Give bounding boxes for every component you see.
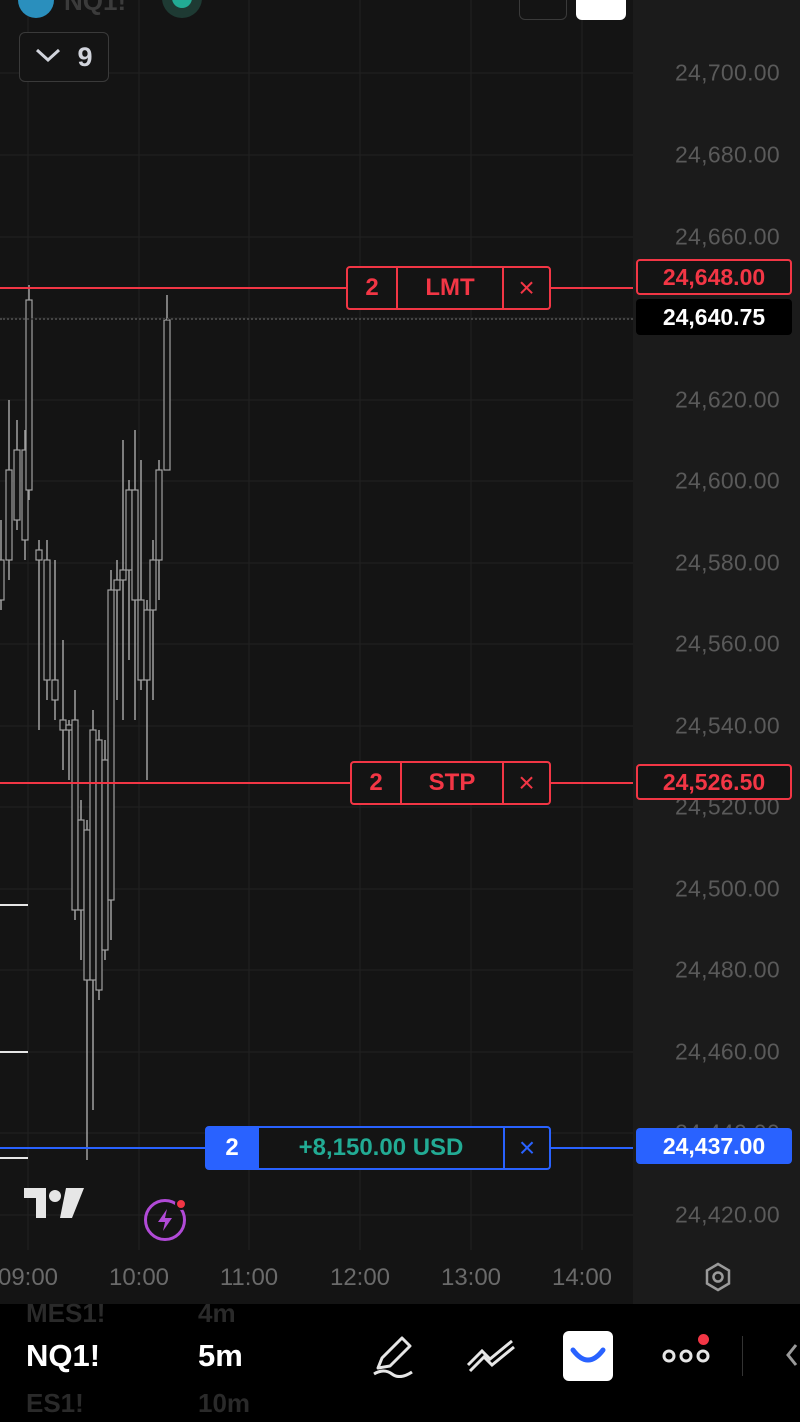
axis-settings-icon[interactable] (703, 1262, 733, 1292)
candle-body (13, 449, 21, 521)
candle-body (65, 724, 73, 731)
price-tick: 24,680.00 (674, 141, 780, 168)
candle-body (101, 759, 109, 951)
legend-toggle-button[interactable]: 9 (19, 32, 109, 82)
candle-body (131, 489, 139, 601)
cancel-order-button[interactable]: × (502, 268, 549, 308)
candle-body (137, 599, 145, 681)
time-tick: 13:00 (440, 1264, 502, 1291)
price-tick: 24,480.00 (674, 956, 780, 983)
limit-price-tag: 24,648.00 (636, 259, 792, 295)
candle-body (59, 719, 67, 731)
tradingview-logo (22, 1186, 86, 1225)
candle-body (43, 559, 51, 681)
price-axis[interactable]: 24,700.00 24,680.00 24,660.00 24,620.00 … (633, 0, 800, 1304)
candle-body (51, 679, 59, 701)
ghost-interval: 4m (198, 1298, 236, 1328)
candle-body (5, 469, 13, 561)
order-qty: 2 (369, 769, 383, 796)
candle-body (143, 609, 151, 681)
chevron-left-icon[interactable] (780, 1340, 800, 1370)
order-type: LMT (396, 268, 502, 308)
price-tick: 24,540.00 (674, 712, 780, 739)
ghost-interval: 10m (198, 1388, 251, 1418)
candle-body (71, 719, 79, 911)
position-label[interactable]: 2 +8,150.00 USD × (205, 1126, 551, 1170)
symbol-button[interactable]: NQ1! (26, 1338, 100, 1374)
pen-icon[interactable] (370, 1332, 416, 1378)
price-tick: 24,580.00 (674, 549, 780, 576)
time-tick: 09:00 (0, 1264, 59, 1291)
position-qty: 2 (207, 1128, 257, 1168)
symbol-header[interactable]: NQ1! (64, 0, 126, 17)
candle-body (95, 739, 103, 991)
time-tick: 11:00 (219, 1264, 279, 1291)
candle-body (77, 819, 85, 911)
candle-body (163, 319, 171, 471)
interval-button[interactable]: 5m (198, 1338, 243, 1374)
current-price-tag: 24,640.75 (636, 299, 792, 335)
candle-body (35, 549, 43, 561)
candle-body (149, 559, 157, 611)
toolbar-divider (742, 1336, 743, 1376)
candle-body (155, 469, 163, 561)
candle-body (107, 589, 115, 901)
chart-pane[interactable]: 9 NQ1! (0, 0, 633, 1250)
more-icon[interactable] (662, 1334, 710, 1370)
stop-order-label[interactable]: 2 STP × (350, 761, 551, 805)
current-price-line (0, 318, 636, 320)
price-tick: 24,460.00 (674, 1038, 780, 1065)
download-icon[interactable] (519, 0, 567, 20)
trend-lines-icon[interactable] (466, 1337, 516, 1373)
price-tick: 24,620.00 (674, 386, 780, 413)
price-tick: 24,560.00 (674, 630, 780, 657)
alerts-icon[interactable] (144, 1198, 187, 1241)
fullscreen-icon[interactable] (576, 0, 626, 20)
time-tick: 14:00 (551, 1264, 613, 1291)
candle-body (113, 579, 121, 591)
smile-icon[interactable] (563, 1331, 613, 1381)
candle-body (83, 829, 91, 981)
close-position-button[interactable]: × (503, 1128, 549, 1168)
price-tick: 24,660.00 (674, 223, 780, 250)
candle-body (25, 299, 33, 491)
candle-body (89, 729, 97, 981)
position-price-tag: 24,437.00 (636, 1128, 792, 1164)
chevron-down-icon (35, 47, 61, 68)
candle-body (119, 569, 127, 581)
price-tick: 24,420.00 (674, 1201, 780, 1228)
time-axis[interactable]: 09:00 10:00 11:00 12:00 13:00 14:00 (0, 1250, 633, 1304)
price-tick: 24,500.00 (674, 875, 780, 902)
position-pnl: +8,150.00 USD (257, 1128, 503, 1168)
indicator-count: 9 (77, 41, 93, 72)
candles (0, 285, 171, 1160)
time-tick: 12:00 (329, 1264, 391, 1291)
candle-body (125, 489, 133, 571)
time-tick: 10:00 (108, 1264, 170, 1291)
cancel-order-button[interactable]: × (502, 763, 549, 803)
candle-body (0, 559, 5, 601)
price-tick: 24,700.00 (674, 59, 780, 86)
ghost-symbol: MES1! (26, 1298, 106, 1328)
order-type: STP (400, 763, 502, 803)
limit-order-label[interactable]: 2 LMT × (346, 266, 551, 310)
order-qty: 2 (365, 274, 379, 301)
price-tick: 24,600.00 (674, 467, 780, 494)
stop-price-tag: 24,526.50 (636, 764, 792, 800)
ghost-symbol: ES1! (26, 1388, 84, 1418)
